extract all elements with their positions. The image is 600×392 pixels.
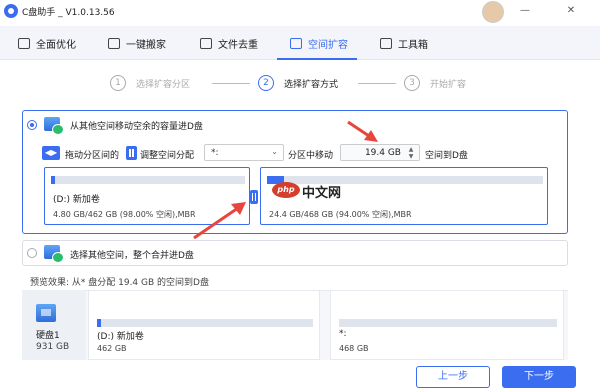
disk-size: 931 GB <box>36 342 70 352</box>
preview-d-usage-fill <box>97 319 102 327</box>
option2-radio[interactable] <box>27 248 37 258</box>
preview-star-usage-bar <box>339 319 557 327</box>
disk-icon <box>44 245 64 263</box>
preview-star-size: 468 GB <box>339 344 369 353</box>
next-step-button[interactable]: 下一步 <box>502 366 576 388</box>
preview-partition-star: *: 468 GB <box>330 290 564 360</box>
preview-star-name: *: <box>339 329 347 339</box>
previous-step-button[interactable]: 上一步 <box>416 366 490 388</box>
arrow-to-size-input <box>347 120 378 142</box>
arrow-to-splitter <box>193 202 246 240</box>
preview-summary: 预览效果: 从* 盘分配 19.4 GB 的空间到D盘 <box>30 278 209 288</box>
hard-disk-icon <box>36 304 56 322</box>
preview-d-usage-bar <box>97 319 313 327</box>
option2-title: 选择其他空间，整个合并进D盘 <box>70 251 194 261</box>
disk-name: 硬盘1 <box>36 331 60 341</box>
preview-partition-d: (D:) 新加卷 462 GB <box>88 290 320 360</box>
preview-disk-card: 硬盘1 931 GB <box>22 290 86 360</box>
preview-d-size: 462 GB <box>97 344 127 353</box>
preview-d-name: (D:) 新加卷 <box>97 332 144 342</box>
